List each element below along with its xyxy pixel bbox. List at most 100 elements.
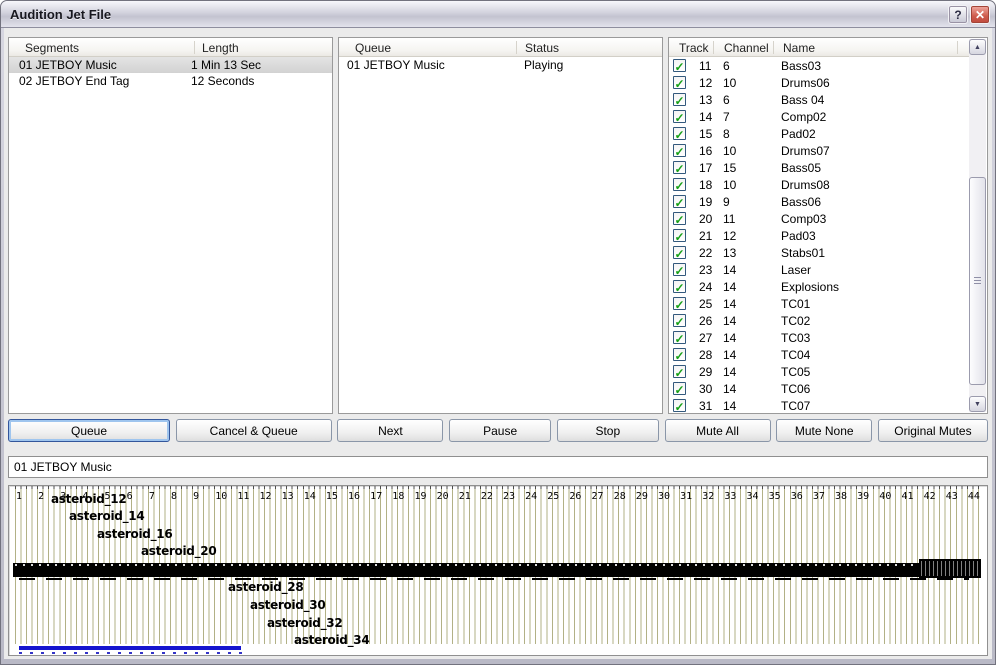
track-row[interactable]: ✓2914TC05 bbox=[669, 363, 987, 380]
column-header-segments[interactable]: Segments bbox=[25, 41, 79, 55]
track-number: 28 bbox=[699, 348, 712, 362]
measure-number: 28 bbox=[614, 491, 626, 502]
track-row[interactable]: ✓2314Laser bbox=[669, 261, 987, 278]
track-checkbox[interactable]: ✓ bbox=[673, 93, 686, 106]
track-checkbox[interactable]: ✓ bbox=[673, 331, 686, 344]
track-channel: 11 bbox=[723, 212, 735, 226]
track-row[interactable]: ✓1610Drums07 bbox=[669, 142, 987, 159]
measure-number: 25 bbox=[547, 491, 559, 502]
track-checkbox[interactable]: ✓ bbox=[673, 110, 686, 123]
track-row[interactable]: ✓1210Drums06 bbox=[669, 74, 987, 91]
track-checkbox[interactable]: ✓ bbox=[673, 127, 686, 140]
column-header-status[interactable]: Status bbox=[525, 41, 559, 55]
column-header-queue[interactable]: Queue bbox=[355, 41, 391, 55]
column-separator[interactable] bbox=[194, 41, 195, 54]
track-row[interactable]: ✓136Bass 04 bbox=[669, 91, 987, 108]
track-checkbox[interactable]: ✓ bbox=[673, 76, 686, 89]
track-row[interactable]: ✓2714TC03 bbox=[669, 329, 987, 346]
measure-number: 42 bbox=[924, 491, 936, 502]
pause-button[interactable]: Pause bbox=[449, 419, 551, 442]
track-row[interactable]: ✓147Comp02 bbox=[669, 108, 987, 125]
track-row[interactable]: ✓2213Stabs01 bbox=[669, 244, 987, 261]
queue-row[interactable]: 01 JETBOY MusicPlaying bbox=[339, 57, 662, 73]
track-row[interactable]: ✓158Pad02 bbox=[669, 125, 987, 142]
track-number: 11 bbox=[699, 59, 711, 73]
track-row[interactable]: ✓3114TC07 bbox=[669, 397, 987, 414]
track-checkbox[interactable]: ✓ bbox=[673, 263, 686, 276]
track-checkbox[interactable]: ✓ bbox=[673, 178, 686, 191]
track-row[interactable]: ✓1715Bass05 bbox=[669, 159, 987, 176]
track-row[interactable]: ✓2614TC02 bbox=[669, 312, 987, 329]
track-row[interactable]: ✓2814TC04 bbox=[669, 346, 987, 363]
track-checkbox[interactable]: ✓ bbox=[673, 280, 686, 293]
transport-button-row: Queue Cancel & QueueNext Pause Stop Mute All… bbox=[8, 419, 988, 442]
help-button[interactable]: ? bbox=[948, 5, 968, 24]
track-checkbox[interactable]: ✓ bbox=[673, 348, 686, 361]
stop-button[interactable]: Stop bbox=[557, 419, 659, 442]
track-channel: 14 bbox=[723, 348, 736, 362]
track-row[interactable]: ✓1810Drums08 bbox=[669, 176, 987, 193]
window-title: Audition Jet File bbox=[1, 7, 111, 22]
mute-none-button[interactable]: Mute None bbox=[776, 419, 872, 442]
segment-row[interactable]: 01 JETBOY Music1 Min 13 Sec bbox=[9, 57, 332, 73]
track-number: 24 bbox=[699, 280, 712, 294]
track-checkbox[interactable]: ✓ bbox=[673, 229, 686, 242]
mute-all-button[interactable]: Mute All bbox=[665, 419, 771, 442]
next-button[interactable]: Next bbox=[337, 419, 443, 442]
track-checkbox[interactable]: ✓ bbox=[673, 382, 686, 395]
original-mutes-button[interactable]: Original Mutes bbox=[878, 419, 988, 442]
track-row[interactable]: ✓2514TC01 bbox=[669, 295, 987, 312]
checkmark-icon: ✓ bbox=[674, 283, 684, 293]
measure-number: 20 bbox=[437, 491, 449, 502]
track-channel: 6 bbox=[723, 59, 730, 73]
measure-number: 29 bbox=[636, 491, 648, 502]
track-row[interactable]: ✓2011Comp03 bbox=[669, 210, 987, 227]
column-separator[interactable] bbox=[773, 41, 774, 54]
measure-number: 12 bbox=[259, 491, 271, 502]
scroll-down-button[interactable]: ▼ bbox=[969, 396, 986, 412]
column-header-channel[interactable]: Channel bbox=[724, 41, 769, 55]
cancel-queue-button[interactable]: Cancel & Queue bbox=[176, 419, 332, 442]
current-segment-field[interactable]: 01 JETBOY Music bbox=[8, 456, 988, 478]
track-checkbox[interactable]: ✓ bbox=[673, 59, 686, 72]
track-checkbox[interactable]: ✓ bbox=[673, 161, 686, 174]
track-row[interactable]: ✓2414Explosions bbox=[669, 278, 987, 295]
column-separator[interactable] bbox=[516, 41, 517, 54]
track-row[interactable]: ✓2112Pad03 bbox=[669, 227, 987, 244]
timeline-panel[interactable]: 1234567891011121314151617181920212223242… bbox=[8, 485, 988, 656]
column-header-track[interactable]: Track bbox=[679, 41, 709, 55]
track-checkbox[interactable]: ✓ bbox=[673, 399, 686, 412]
segments-panel: Segments Length 01 JETBOY Music1 Min 13 … bbox=[8, 37, 333, 414]
column-header-name[interactable]: Name bbox=[783, 41, 815, 55]
scrollbar-thumb[interactable] bbox=[969, 177, 986, 385]
track-number: 25 bbox=[699, 297, 712, 311]
measure-number: 18 bbox=[392, 491, 404, 502]
close-button[interactable]: ✕ bbox=[970, 5, 990, 24]
column-header-length[interactable]: Length bbox=[202, 41, 239, 55]
segment-row[interactable]: 02 JETBOY End Tag12 Seconds bbox=[9, 73, 332, 89]
measure-number: 2 bbox=[38, 491, 44, 502]
track-checkbox[interactable]: ✓ bbox=[673, 314, 686, 327]
track-checkbox[interactable]: ✓ bbox=[673, 195, 686, 208]
checkmark-icon: ✓ bbox=[674, 402, 684, 412]
checkmark-icon: ✓ bbox=[674, 232, 684, 242]
track-row[interactable]: ✓199Bass06 bbox=[669, 193, 987, 210]
checkmark-icon: ✓ bbox=[674, 130, 684, 140]
track-checkbox[interactable]: ✓ bbox=[673, 246, 686, 259]
track-row[interactable]: ✓116Bass03 bbox=[669, 57, 987, 74]
track-channel: 14 bbox=[723, 314, 736, 328]
track-checkbox[interactable]: ✓ bbox=[673, 144, 686, 157]
scroll-up-button[interactable]: ▲ bbox=[969, 39, 986, 55]
audition-jet-file-dialog: Audition Jet File ? ✕ Segments Length 01… bbox=[0, 0, 996, 665]
queue-button[interactable]: Queue bbox=[8, 419, 170, 442]
measure-number: 7 bbox=[149, 491, 155, 502]
title-bar[interactable]: Audition Jet File ? ✕ bbox=[1, 1, 995, 28]
column-separator[interactable] bbox=[713, 41, 714, 54]
track-row[interactable]: ✓3014TC06 bbox=[669, 380, 987, 397]
track-checkbox[interactable]: ✓ bbox=[673, 212, 686, 225]
checkmark-icon: ✓ bbox=[674, 351, 684, 361]
tracks-scrollbar[interactable]: ▲ ▼ bbox=[969, 39, 986, 412]
column-separator[interactable] bbox=[957, 41, 958, 54]
track-checkbox[interactable]: ✓ bbox=[673, 297, 686, 310]
track-checkbox[interactable]: ✓ bbox=[673, 365, 686, 378]
